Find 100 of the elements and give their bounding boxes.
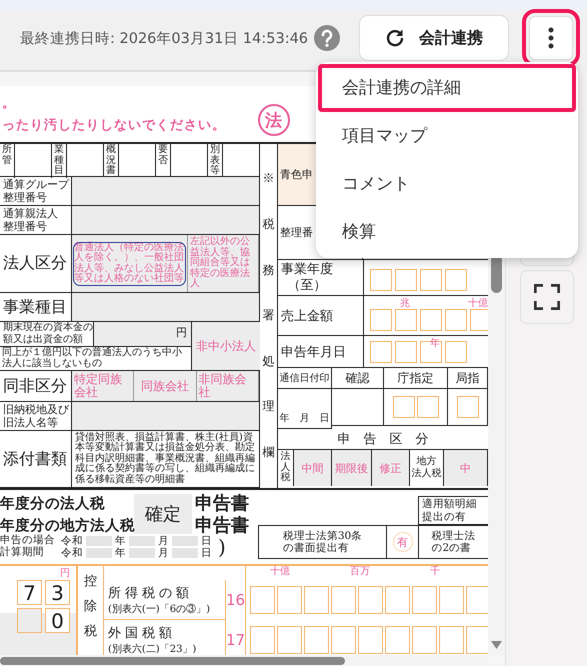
- date-unit: 日: [201, 546, 212, 560]
- menu-item[interactable]: 項目マップ: [318, 112, 576, 160]
- form-label: 通算親法人: [3, 206, 58, 220]
- option-text: 中: [460, 460, 471, 476]
- date-unit: 年: [115, 534, 126, 548]
- option-text: 左記以外の公益法人等、協同組合等又は特定の医療法人: [190, 237, 251, 290]
- last-sync-text: 最終連携日時: 2026年03月31日 14:53:46: [20, 30, 308, 48]
- digit-box: [445, 269, 467, 291]
- menu-item[interactable]: コメント: [318, 160, 576, 208]
- form-label: 額又は出資金の額: [3, 334, 84, 346]
- digit-box: [358, 586, 383, 614]
- sync-button[interactable]: 会計連携: [359, 15, 509, 61]
- digit-box: [445, 309, 467, 331]
- attachment-list-text: 貸借対照表、損益計算書、株主(社員)資本等変動計算書又は損益金処分表、勘定科目内訳明細書、事業概況書、組織再編成に係る契約書等の写し、組織再編成に係る移転資産等の明細書: [75, 432, 256, 486]
- date-label: 年 月 日: [280, 412, 330, 425]
- office-use-column-label: ※税務署処理欄: [262, 170, 274, 461]
- office-label: 業種目: [53, 144, 65, 178]
- section-header: 申 告 区 分: [338, 431, 428, 448]
- option-text: 中間: [302, 460, 324, 476]
- era-label: 令和: [61, 534, 83, 547]
- unit-label: 円: [60, 567, 70, 580]
- refresh-icon: [385, 28, 405, 48]
- line-number: 17: [226, 630, 245, 652]
- form-label: 整理番号: [3, 220, 48, 234]
- unit-label: 兆: [400, 299, 410, 309]
- return-type-field: 確定: [134, 494, 192, 534]
- fullscreen-button[interactable]: [520, 270, 574, 324]
- kebab-icon: [548, 27, 554, 49]
- form-label: 外国税額: [108, 624, 177, 642]
- horizontal-scrollbar-thumb[interactable]: [0, 657, 345, 665]
- date-field: [129, 536, 155, 546]
- option-text: 同族会社: [140, 380, 189, 392]
- option-text: 特定同族会社: [74, 373, 123, 399]
- digit-box: [395, 341, 417, 363]
- form-label: 売上金額: [281, 308, 333, 324]
- date-unit: 月: [158, 546, 169, 560]
- form-label: 添付書類: [3, 448, 67, 470]
- digit-box: [416, 396, 438, 418]
- digit-box: [370, 309, 392, 331]
- form-label: 計算期間: [0, 547, 45, 559]
- form-label: 同非区分: [3, 376, 67, 396]
- option-text: 修正: [380, 460, 402, 476]
- digit-box: [392, 396, 414, 418]
- column-header: 庁指定: [398, 370, 434, 386]
- help-icon[interactable]: [314, 25, 340, 51]
- digit-box: 0: [45, 608, 70, 634]
- form-label: 控除税: [84, 573, 97, 641]
- form-label: 法人税: [280, 452, 290, 484]
- form-label: （至）: [288, 278, 326, 294]
- scroll-down-icon[interactable]: [491, 641, 502, 649]
- column-header: 局指: [456, 370, 480, 386]
- form-label: の書面提出有: [282, 542, 350, 555]
- column-header: 通信日付印: [280, 372, 330, 385]
- unit-label: 千: [430, 567, 440, 578]
- form-label: 青色申: [280, 167, 313, 182]
- form-label: 整理番: [280, 225, 313, 240]
- digit-box: [277, 586, 302, 614]
- option-text: 非同族会社: [198, 373, 248, 399]
- date-unit: 年: [115, 546, 126, 560]
- menu-item[interactable]: 検算: [318, 208, 576, 256]
- form-label: 提出の有: [422, 510, 467, 524]
- digit-box: [420, 309, 442, 331]
- digit-box: [439, 586, 464, 614]
- form-title: 年度分の法人税: [0, 494, 105, 512]
- date-field: [172, 536, 198, 546]
- form-label: 通算グループ: [3, 178, 69, 191]
- digit-box: [370, 269, 392, 291]
- office-label: 要否: [157, 144, 169, 167]
- digit-box: [385, 586, 410, 614]
- date-unit: 月: [158, 534, 169, 548]
- digit-box: [420, 269, 442, 291]
- form-title: 申告書: [195, 492, 249, 515]
- office-label: 別表等: [209, 144, 221, 178]
- unit-label: 百万: [350, 567, 370, 578]
- unit-label: 十億: [468, 299, 488, 309]
- form-label: 所得税の額: [108, 584, 194, 602]
- bracket-text: ): [218, 535, 226, 559]
- form-label: 適用額明細: [422, 498, 478, 511]
- form-label: 法人区分: [3, 253, 67, 274]
- digit-box: [456, 396, 478, 418]
- digit-box: 7: [17, 580, 42, 606]
- scrollbar-thumb[interactable]: [491, 255, 502, 293]
- digit-box: [370, 341, 392, 363]
- form-label: 地方: [416, 456, 438, 468]
- date-unit: 日: [201, 534, 212, 548]
- digit-box: [304, 586, 329, 614]
- form-note: (別表六(二)「23」): [108, 642, 198, 655]
- form-note: 同上が１億円以下の普通法人のうち中小法人に該当しないもの: [2, 348, 183, 369]
- digit-box: [395, 269, 417, 291]
- form-label: 申告年月日: [281, 344, 346, 360]
- date-field: [172, 548, 198, 558]
- menu-item[interactable]: 会計連携の詳細: [318, 64, 576, 112]
- form-label: 法人税: [412, 468, 442, 480]
- date-field: [86, 536, 112, 546]
- form-label: 事業年度: [281, 262, 333, 278]
- column-header: 確認: [346, 370, 370, 386]
- form-label: 税理士法第30条: [282, 530, 362, 542]
- notice-text: 。: [2, 95, 16, 112]
- form-label: 税理士法: [432, 530, 476, 542]
- digit-box: [250, 586, 275, 614]
